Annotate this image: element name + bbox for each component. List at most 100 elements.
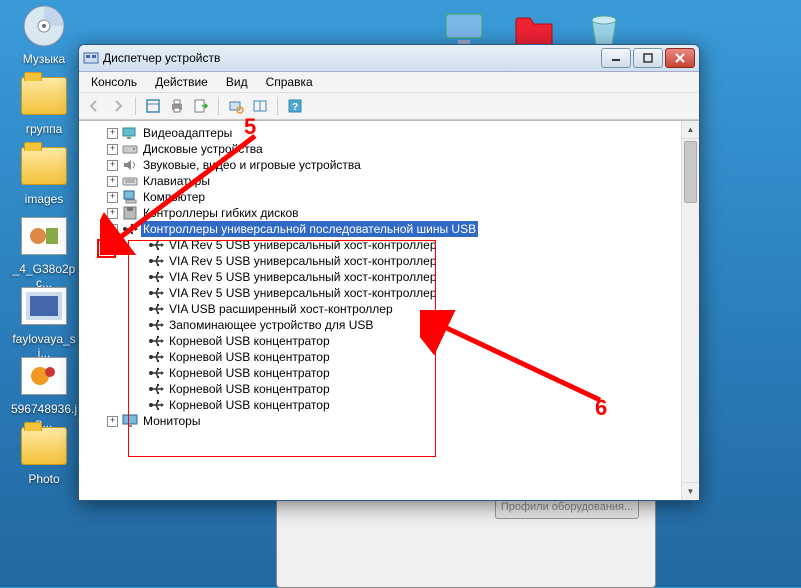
svg-text:?: ? — [292, 102, 298, 113]
tree-node-usb-child[interactable]: Корневой USB концентратор — [87, 381, 682, 397]
tree-node-label: Дисковые устройства — [141, 141, 265, 157]
computer-icon — [122, 189, 138, 205]
desktop-icon-photo[interactable]: Photo — [6, 422, 82, 486]
tree-node-sound[interactable]: + Звуковые, видео и игровые устройства — [87, 157, 682, 173]
tree-node-floppy[interactable]: + Контроллеры гибких дисков — [87, 205, 682, 221]
folder-icon — [20, 72, 68, 120]
tree-node-monitors[interactable]: + Мониторы — [87, 413, 682, 429]
device-tree[interactable]: + Видеоадаптеры + Дисковые устройства + … — [79, 121, 682, 500]
desktop-icon-label: группа — [6, 122, 82, 136]
export-button[interactable] — [192, 97, 210, 115]
tree-node-usb-child[interactable]: VIA USB расширенный хост-контроллер — [87, 301, 682, 317]
tree-node-label: Контроллеры гибких дисков — [141, 205, 301, 221]
app-icon — [83, 50, 99, 66]
expand-toggle[interactable]: + — [107, 160, 118, 171]
sound-icon — [122, 157, 138, 173]
usb-icon — [148, 317, 164, 333]
tree-node-disk[interactable]: + Дисковые устройства — [87, 141, 682, 157]
help-button[interactable]: ? — [286, 97, 304, 115]
desktop-icon-group[interactable]: группа — [6, 72, 82, 136]
folder-icon — [20, 422, 68, 470]
cd-icon — [20, 2, 68, 50]
scroll-up-arrow[interactable]: ▲ — [682, 121, 699, 139]
expand-toggle[interactable]: + — [107, 176, 118, 187]
nav-forward-button[interactable] — [109, 97, 127, 115]
tree-node-label: Видеоадаптеры — [141, 125, 234, 141]
titlebar[interactable]: Диспетчер устройств — [79, 45, 699, 72]
tree-node-usb-child[interactable]: VIA Rev 5 USB универсальный хост-контрол… — [87, 285, 682, 301]
properties-button[interactable] — [144, 97, 162, 115]
tree-node-usb-controllers[interactable]: − Контроллеры универсальной последовател… — [87, 221, 682, 237]
toolbar-separator — [277, 97, 278, 115]
scroll-down-arrow[interactable]: ▼ — [682, 482, 699, 500]
tree-node-label: Корневой USB концентратор — [167, 349, 332, 365]
menu-view[interactable]: Вид — [218, 73, 256, 91]
tree-node-label: VIA Rev 5 USB универсальный хост-контрол… — [167, 269, 439, 285]
tree-node-label: VIA USB расширенный хост-контроллер — [167, 301, 395, 317]
desktop-icon-images[interactable]: images — [6, 142, 82, 206]
tree-node-usb-child[interactable]: Запоминающее устройство для USB — [87, 317, 682, 333]
tree-node-usb-child[interactable]: Корневой USB концентратор — [87, 397, 682, 413]
minimize-button[interactable] — [601, 48, 631, 68]
maximize-button[interactable] — [633, 48, 663, 68]
tree-node-usb-child[interactable]: VIA Rev 5 USB универсальный хост-контрол… — [87, 253, 682, 269]
usb-icon — [148, 237, 164, 253]
expand-toggle[interactable]: + — [107, 208, 118, 219]
nav-back-button[interactable] — [85, 97, 103, 115]
tree-node-label: Корневой USB концентратор — [167, 333, 332, 349]
scroll-thumb[interactable] — [684, 141, 697, 203]
image-file-icon — [20, 212, 68, 260]
show-hidden-button[interactable] — [251, 97, 269, 115]
keyboard-icon — [122, 173, 138, 189]
expand-toggle[interactable]: + — [107, 128, 118, 139]
toolbar-separator — [218, 97, 219, 115]
print-button[interactable] — [168, 97, 186, 115]
expand-toggle[interactable]: + — [107, 192, 118, 203]
display-adapter-icon — [122, 125, 138, 141]
folder-icon — [20, 142, 68, 190]
usb-icon — [148, 285, 164, 301]
tree-content: + Видеоадаптеры + Дисковые устройства + … — [79, 120, 699, 500]
desktop-icon-file3[interactable]: 596748936.jp... — [6, 352, 82, 430]
vertical-scrollbar[interactable]: ▲ ▼ — [681, 121, 699, 500]
monitor-icon — [122, 413, 138, 429]
desktop-icon-label: Музыка — [6, 52, 82, 66]
usb-icon — [122, 221, 138, 237]
menu-help[interactable]: Справка — [258, 73, 321, 91]
tree-node-usb-child[interactable]: VIA Rev 5 USB универсальный хост-контрол… — [87, 237, 682, 253]
desktop-icon-music[interactable]: Музыка — [6, 2, 82, 66]
toolbar-separator — [135, 97, 136, 115]
tree-node-video[interactable]: + Видеоадаптеры — [87, 125, 682, 141]
menu-console[interactable]: Консоль — [83, 73, 145, 91]
toolbar: ? — [79, 93, 699, 120]
menu-action[interactable]: Действие — [147, 73, 216, 91]
tree-node-label: Корневой USB концентратор — [167, 397, 332, 413]
image-file-icon — [20, 352, 68, 400]
collapse-toggle[interactable]: − — [107, 224, 118, 235]
background-dialog-fragment: Профили оборудования... — [276, 500, 656, 588]
tree-node-usb-child[interactable]: Корневой USB концентратор — [87, 333, 682, 349]
desktop-icon-file2[interactable]: faylovaya_si... — [6, 282, 82, 360]
tree-node-computer[interactable]: + Компьютер — [87, 189, 682, 205]
expand-toggle[interactable]: + — [107, 144, 118, 155]
button-label: Профили оборудования... — [501, 501, 633, 513]
tree-node-label: Клавиатуры — [141, 173, 212, 189]
disk-drive-icon — [122, 141, 138, 157]
expand-toggle[interactable]: + — [107, 416, 118, 427]
close-button[interactable] — [665, 48, 695, 68]
desktop-icon-file1[interactable]: _4_G38o2pc... — [6, 212, 82, 290]
window-title: Диспетчер устройств — [103, 51, 601, 65]
device-manager-window: Диспетчер устройств Консоль Действие Вид… — [78, 44, 700, 501]
tree-node-usb-child[interactable]: Корневой USB концентратор — [87, 365, 682, 381]
tree-node-keyboard[interactable]: + Клавиатуры — [87, 173, 682, 189]
tree-node-label: Компьютер — [141, 189, 207, 205]
tree-node-label: VIA Rev 5 USB универсальный хост-контрол… — [167, 285, 439, 301]
tree-node-label: VIA Rev 5 USB универсальный хост-контрол… — [167, 253, 439, 269]
tree-node-label: Контроллеры универсальной последовательн… — [141, 221, 478, 237]
desktop-icon-label: images — [6, 192, 82, 206]
scan-hardware-button[interactable] — [227, 97, 245, 115]
tree-node-usb-child[interactable]: VIA Rev 5 USB универсальный хост-контрол… — [87, 269, 682, 285]
usb-icon — [148, 301, 164, 317]
floppy-controller-icon — [122, 205, 138, 221]
tree-node-usb-child[interactable]: Корневой USB концентратор — [87, 349, 682, 365]
